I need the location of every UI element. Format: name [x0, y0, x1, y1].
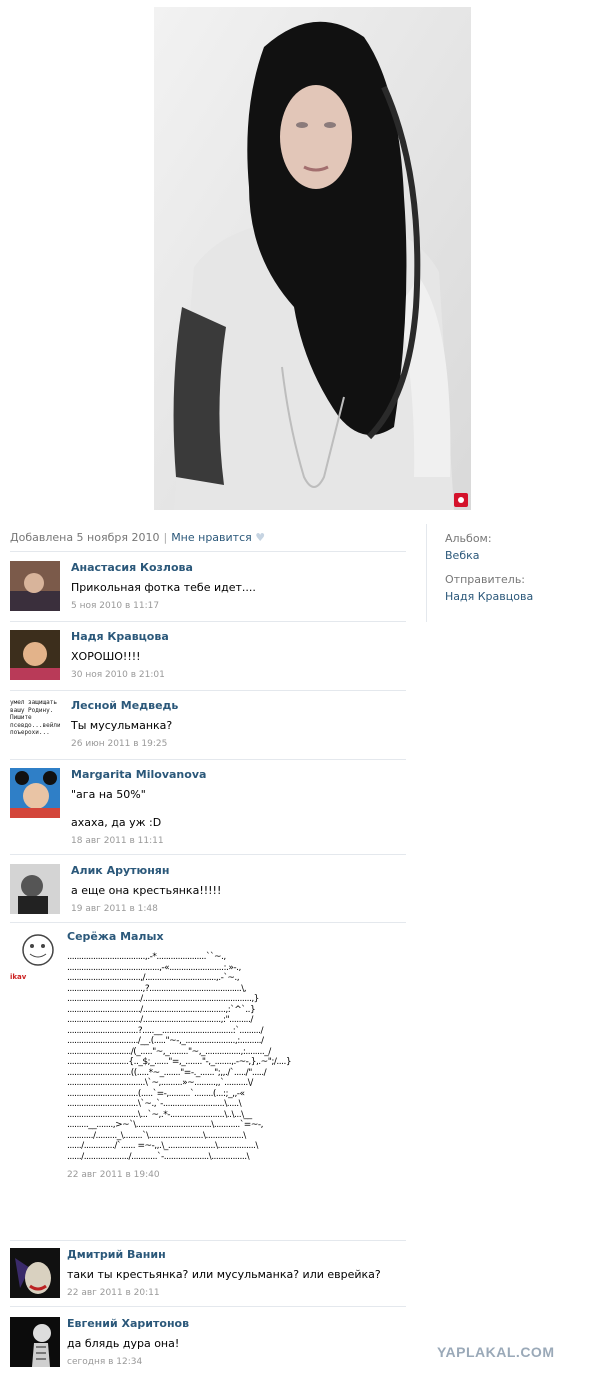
comment-separator [10, 1306, 406, 1307]
comment-time[interactable]: 30 ноя 2010 в 21:01 [71, 670, 406, 680]
comment-time[interactable]: 19 авг 2011 в 1:48 [71, 904, 406, 914]
comment-text: Ты мусульманка? [71, 719, 173, 732]
photo-sidebar: Альбом: Вебка Отправитель: Надя Кравцова [426, 524, 533, 622]
photo-image [154, 7, 471, 510]
avatar[interactable] [10, 1248, 60, 1298]
comment-text: "ага на 50%" ахаха, да уж :D [71, 788, 162, 829]
watermark: YAPLAKAL.COM [437, 1344, 555, 1360]
album-block: Альбом: Вебка [427, 532, 533, 562]
avatar-image [10, 1317, 60, 1367]
comment-time[interactable]: сегодня в 12:34 [67, 1357, 406, 1367]
heart-icon[interactable]: ♥ [255, 531, 265, 544]
comment-time[interactable]: 18 авг 2011 в 11:11 [71, 836, 406, 846]
divider [10, 551, 406, 552]
comment-time[interactable]: 22 авг 2011 в 19:40 [67, 1170, 406, 1180]
comment: Надя Кравцова ХОРОШО!!!! 30 ноя 2010 в 2… [10, 630, 406, 680]
avatar[interactable]: ikav [10, 930, 60, 980]
comment: умел защищать вашу Родину. Пишите псевдо… [10, 699, 406, 749]
comment-time[interactable]: 26 июн 2011 в 19:25 [71, 739, 406, 749]
comment-author[interactable]: Анастасия Козлова [71, 561, 406, 575]
comment-author[interactable]: Лесной Медведь [71, 699, 406, 713]
comment-ascii-art: .................................,.-*...… [67, 952, 292, 1162]
comment-time[interactable]: 22 авг 2011 в 20:11 [67, 1288, 406, 1298]
comment: Евгений Харитонов да блядь дура она! сег… [10, 1317, 406, 1367]
sender-link[interactable]: Надя Кравцова [445, 590, 533, 603]
comment-text: таки ты крестьянка? или мусульманка? или… [67, 1268, 381, 1281]
comment-author[interactable]: Серёжа Малых [67, 930, 406, 944]
comment-separator [10, 690, 406, 691]
comment-text: да блядь дура она! [67, 1337, 180, 1350]
avatar-image [10, 630, 60, 680]
comment-time[interactable]: 5 ноя 2010 в 11:17 [71, 601, 406, 611]
comment: Margarita Milovanova "ага на 50%" ахаха,… [10, 768, 406, 848]
comment-separator [10, 854, 406, 855]
comment-separator [10, 621, 406, 622]
avatar[interactable] [10, 630, 60, 680]
comment-text: а еще она крестьянка!!!!! [71, 884, 222, 897]
comment-author[interactable]: Margarita Milovanova [71, 768, 406, 782]
comment-separator [10, 759, 406, 760]
avatar[interactable] [10, 768, 60, 818]
comment-author[interactable]: Евгений Харитонов [67, 1317, 406, 1331]
photo[interactable] [154, 7, 471, 510]
avatar[interactable] [10, 864, 60, 914]
comment-separator [10, 922, 406, 923]
added-date: Добавлена 5 ноября 2010 [10, 531, 160, 544]
avatar-image [10, 864, 60, 914]
album-label: Альбом: [445, 532, 492, 545]
sender-label: Отправитель: [445, 573, 526, 586]
comment: Алик Арутюнян а еще она крестьянка!!!!! … [10, 864, 406, 914]
comment: Анастасия Козлова Прикольная фотка тебе … [10, 561, 406, 611]
sender-block: Отправитель: Надя Кравцова [427, 573, 533, 603]
avatar-text: ikav [10, 973, 27, 981]
comment-separator [10, 1240, 406, 1241]
comment: ikav Серёжа Малых ......................… [10, 930, 406, 1230]
photo-badge-icon[interactable] [454, 493, 468, 507]
avatar-image [10, 768, 60, 818]
photo-meta: Добавлена 5 ноября 2010 | Мне нравится ♥ [10, 531, 266, 544]
avatar[interactable] [10, 561, 60, 611]
like-link[interactable]: Мне нравится [171, 531, 252, 544]
avatar-text: умел защищать вашу Родину. Пишите псевдо… [10, 699, 60, 736]
comment-author[interactable]: Надя Кравцова [71, 630, 406, 644]
avatar-image [10, 1248, 60, 1298]
avatar-image [10, 561, 60, 611]
comment: Дмитрий Ванин таки ты крестьянка? или му… [10, 1248, 406, 1298]
avatar[interactable]: умел защищать вашу Родину. Пишите псевдо… [10, 699, 60, 749]
album-link[interactable]: Вебка [445, 549, 533, 562]
comment-author[interactable]: Алик Арутюнян [71, 864, 406, 878]
comment-text: Прикольная фотка тебе идет.... [71, 581, 256, 594]
comment-text: ХОРОШО!!!! [71, 650, 141, 663]
comment-author[interactable]: Дмитрий Ванин [67, 1248, 406, 1262]
avatar[interactable] [10, 1317, 60, 1367]
